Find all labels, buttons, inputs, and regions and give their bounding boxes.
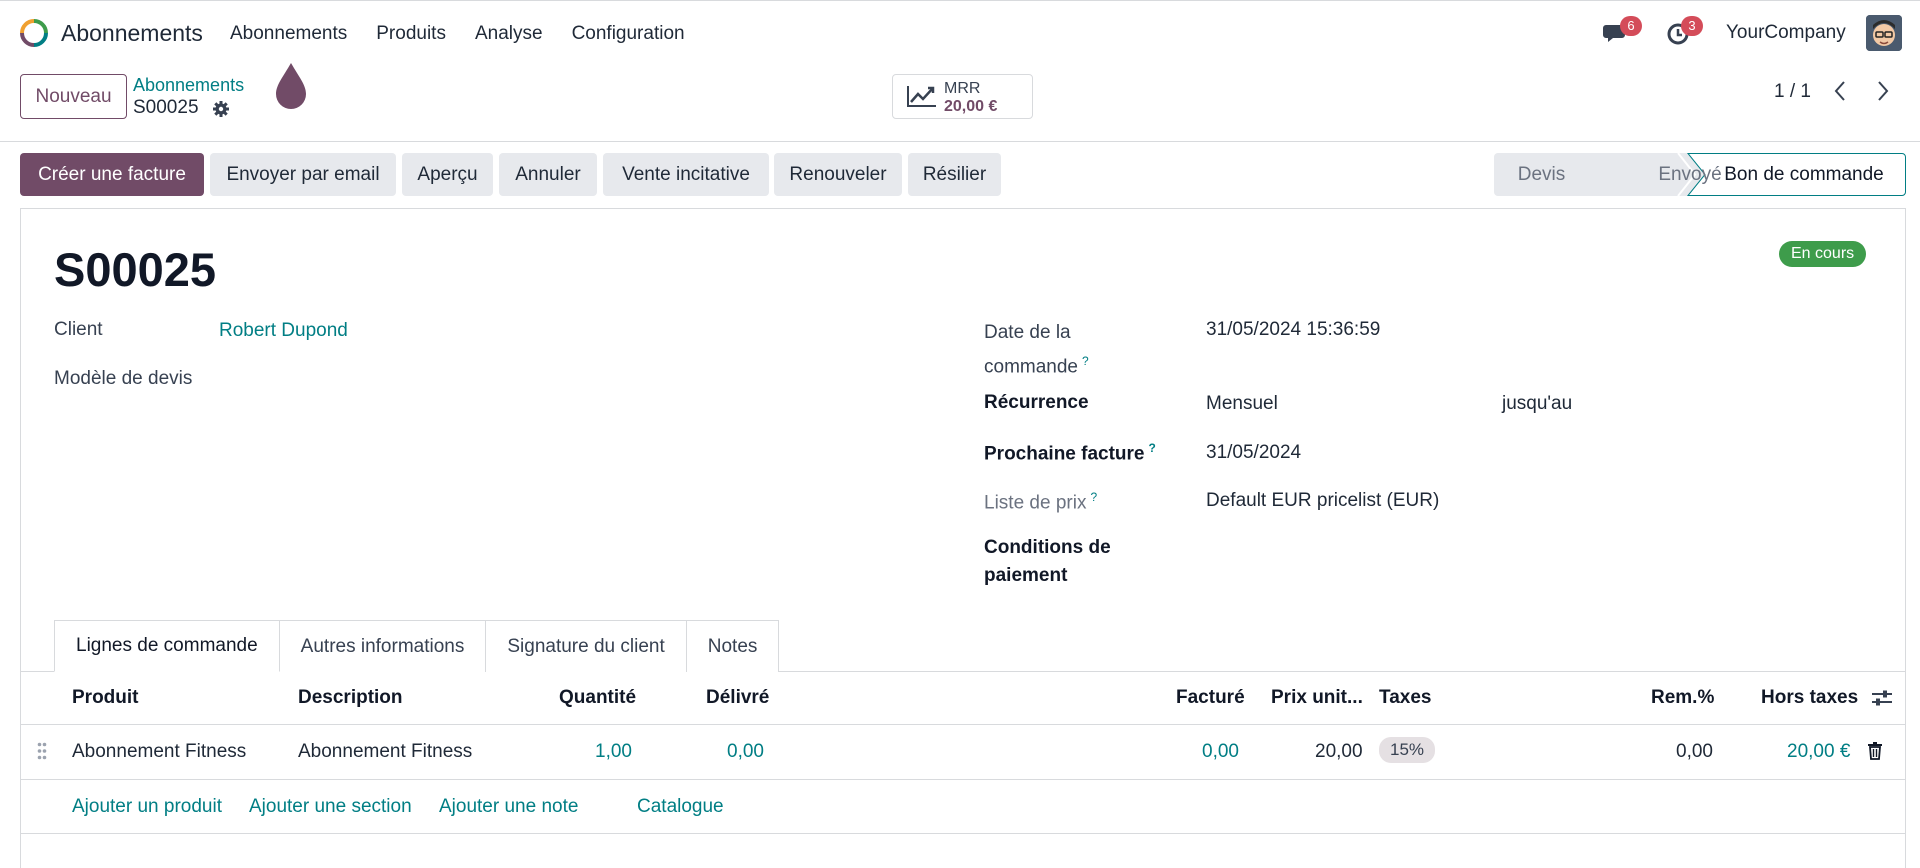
payment-terms-label-line2: paiement — [984, 565, 1068, 586]
mrr-stat-button[interactable]: MRR 20,00 € — [892, 74, 1033, 119]
app-logo-icon[interactable] — [19, 18, 49, 48]
tax-tag[interactable]: 15% — [1379, 737, 1436, 763]
pager-value[interactable]: 1 / 1 — [1774, 81, 1811, 103]
help-tooltip-icon[interactable]: ? — [1149, 441, 1156, 455]
column-header-taxes[interactable]: Taxes — [1379, 687, 1431, 709]
company-switcher[interactable]: YourCompany — [1726, 22, 1846, 44]
add-section-link[interactable]: Ajouter une section — [249, 796, 412, 818]
main-menu: Abonnements Produits Analyse Configurati… — [230, 23, 685, 45]
recurrence-field[interactable]: Mensuel — [1206, 393, 1278, 415]
status-bar: Devis Envoyé Bon de commande — [1494, 153, 1906, 196]
tab-order-lines[interactable]: Lignes de commande — [54, 620, 280, 672]
next-invoice-label: Prochaine facture? — [984, 441, 1156, 465]
chevron-left-icon[interactable] — [1830, 78, 1850, 104]
create-invoice-button[interactable]: Créer une facture — [20, 153, 204, 196]
notebook-tabs: Lignes de commande Autres informations S… — [54, 620, 780, 672]
column-header-description[interactable]: Description — [298, 687, 403, 709]
column-header-product[interactable]: Produit — [72, 687, 139, 709]
menu-configuration[interactable]: Configuration — [572, 23, 685, 45]
cell-subtotal: 20,00 € — [1787, 741, 1851, 762]
table-bottom-divider — [21, 833, 1905, 834]
order-date-label-text: commande — [984, 356, 1078, 378]
client-label: Client — [54, 319, 103, 340]
avatar-face-icon — [1866, 15, 1902, 51]
send-email-button[interactable]: Envoyer par email — [210, 153, 396, 196]
cell-quantity[interactable]: 1,00 — [595, 741, 632, 763]
recurrence-label: Récurrence — [984, 392, 1089, 413]
renew-button[interactable]: Renouveler — [774, 153, 902, 196]
drag-handle-icon[interactable] — [37, 742, 47, 760]
app-name[interactable]: Abonnements — [61, 20, 203, 47]
cancel-button[interactable]: Annuler — [499, 153, 597, 196]
gear-icon[interactable] — [212, 100, 230, 118]
cell-delivered[interactable]: 0,00 — [727, 741, 764, 763]
column-header-delivered[interactable]: Délivré — [706, 687, 769, 709]
quotation-template-label: Modèle de devis — [54, 368, 193, 389]
next-invoice-field[interactable]: 31/05/2024 — [1206, 442, 1301, 464]
column-header-invoiced[interactable]: Facturé — [1176, 687, 1245, 709]
mrr-value: 20,00 € — [944, 98, 998, 115]
status-step-sales-order[interactable]: Bon de commande — [1704, 153, 1904, 196]
row-divider — [21, 779, 1905, 780]
column-header-discount[interactable]: Rem.% — [1651, 687, 1714, 709]
add-product-link[interactable]: Ajouter un produit — [72, 796, 222, 818]
column-header-subtotal[interactable]: Hors taxes — [1761, 687, 1858, 709]
trash-icon[interactable] — [1867, 742, 1883, 760]
cell-product[interactable]: Abonnement Fitness — [72, 741, 246, 763]
catalog-link[interactable]: Catalogue — [637, 796, 724, 818]
menu-abonnements[interactable]: Abonnements — [230, 23, 347, 45]
user-avatar[interactable] — [1866, 15, 1902, 51]
record-title: S00025 — [54, 243, 217, 296]
tab-other-info[interactable]: Autres informations — [278, 620, 487, 672]
chart-line-icon — [907, 86, 936, 107]
order-date-label-line2: commande? — [984, 347, 1089, 381]
order-date-label-line1: Date de la — [984, 322, 1071, 343]
payment-terms-label: Conditions de paiement — [984, 534, 1111, 590]
order-date-field[interactable]: 31/05/2024 15:36:59 — [1206, 319, 1380, 341]
status-badge: En cours — [1779, 241, 1867, 267]
upsell-button[interactable]: Vente incitative — [603, 153, 769, 196]
cell-unit-price[interactable]: 20,00 — [1315, 741, 1363, 763]
next-invoice-label-text: Prochaine facture — [984, 443, 1145, 465]
pricelist-label: Liste de prix? — [984, 490, 1097, 514]
close-subscription-button[interactable]: Résilier — [908, 153, 1001, 196]
mrr-label: MRR — [944, 80, 981, 97]
status-step-quotation[interactable]: Devis — [1494, 153, 1589, 196]
form-sheet: S00025 En cours Client Robert Dupond Mod… — [20, 208, 1906, 868]
column-header-quantity[interactable]: Quantité — [559, 687, 636, 709]
chat-count-badge: 6 — [1620, 16, 1642, 36]
payment-terms-label-line1: Conditions de — [984, 537, 1111, 558]
tab-customer-signature[interactable]: Signature du client — [485, 620, 687, 672]
new-button[interactable]: Nouveau — [20, 74, 127, 119]
preview-button[interactable]: Aperçu — [402, 153, 493, 196]
order-date-label: Date de la commande? — [984, 319, 1089, 381]
header-divider — [21, 724, 1905, 725]
pricelist-field[interactable]: Default EUR pricelist (EUR) — [1206, 490, 1439, 512]
client-field[interactable]: Robert Dupond — [219, 320, 348, 342]
cell-discount[interactable]: 0,00 — [1676, 741, 1713, 763]
column-settings-icon[interactable] — [1871, 688, 1893, 708]
cell-description[interactable]: Abonnement Fitness — [298, 741, 472, 763]
until-label: jusqu'au — [1502, 393, 1573, 414]
tab-notes[interactable]: Notes — [685, 620, 780, 672]
breadcrumb-parent-link[interactable]: Abonnements — [133, 75, 244, 96]
chevron-right-icon[interactable] — [1873, 78, 1893, 104]
menu-analyse[interactable]: Analyse — [475, 23, 543, 45]
menu-produits[interactable]: Produits — [376, 23, 446, 45]
top-navbar: Abonnements Abonnements Produits Analyse… — [0, 0, 1920, 64]
color-drop-icon[interactable] — [273, 61, 309, 111]
add-note-link[interactable]: Ajouter une note — [439, 796, 578, 818]
help-tooltip-icon[interactable]: ? — [1090, 490, 1097, 504]
pricelist-label-text: Liste de prix — [984, 492, 1087, 514]
help-tooltip-icon[interactable]: ? — [1082, 354, 1089, 368]
activity-count-badge: 3 — [1681, 16, 1703, 36]
cell-invoiced[interactable]: 0,00 — [1202, 741, 1239, 763]
column-header-unit-price[interactable]: Prix unit... — [1271, 687, 1363, 709]
breadcrumb-current: S00025 — [133, 97, 199, 118]
